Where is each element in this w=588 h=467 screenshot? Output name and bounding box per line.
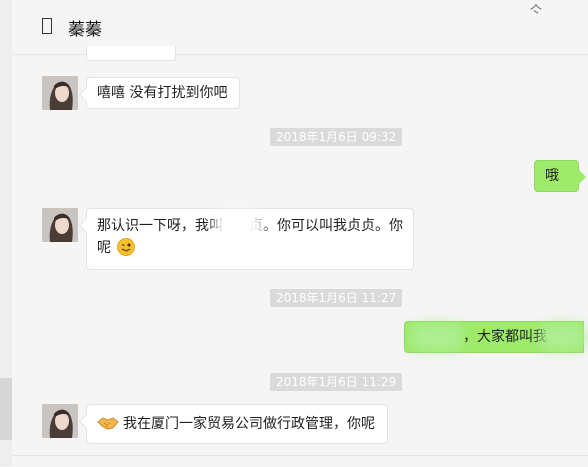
avatar[interactable] <box>42 208 78 242</box>
timestamp: 2018年1月6日 11:29 <box>270 373 403 391</box>
message-bubble-sent[interactable]: 哦 <box>534 160 587 192</box>
pin-icon[interactable]: 亽 <box>530 1 542 18</box>
message-text: 那认识一下呀，我叫 <box>97 218 223 234</box>
contact-icon[interactable] <box>42 18 52 34</box>
message-text: 哦 <box>545 168 559 184</box>
previous-message-bubble <box>86 46 176 61</box>
message-text: 呢 <box>97 240 111 256</box>
timestamp: 2018年1月6日 09:32 <box>270 128 403 146</box>
redaction-blur <box>539 324 585 350</box>
left-panel-edge <box>0 0 12 466</box>
redaction-blur <box>411 324 463 350</box>
tongue-out-emoji <box>117 238 136 256</box>
message-bubble-sent[interactable]: ，大家都叫我 <box>404 321 585 353</box>
scrollbar-thumb[interactable] <box>0 378 12 440</box>
message-text: 贞。你可以叫我贞贞。你 <box>249 218 403 234</box>
bubble-tail <box>571 169 587 185</box>
chat-header: 蓁蓁 亽 <box>12 0 588 61</box>
bubble-tail <box>78 86 95 103</box>
message-bubble-received[interactable]: 我在厦门一家贸易公司做行政管理，你呢 <box>78 404 388 444</box>
avatar[interactable] <box>42 404 78 438</box>
redaction-blur <box>215 213 263 239</box>
bubble-tail <box>78 217 95 234</box>
message-bubble-received[interactable]: 那认识一下呀，我叫 贞。你可以叫我贞贞。你 呢 <box>78 208 414 270</box>
message-text: ，大家都叫我 <box>463 329 547 345</box>
avatar[interactable] <box>42 76 78 110</box>
input-area-edge <box>12 455 588 467</box>
chat-title: 蓁蓁 <box>68 20 102 40</box>
handshake-icon <box>97 417 119 430</box>
timestamp: 2018年1月6日 11:27 <box>270 289 403 307</box>
message-text: 嘻嘻 没有打扰到你吧 <box>97 85 228 101</box>
message-text: 我在厦门一家贸易公司做行政管理，你呢 <box>123 416 375 432</box>
bubble-tail <box>78 413 95 430</box>
message-bubble-received[interactable]: 嘻嘻 没有打扰到你吧 <box>78 77 240 109</box>
